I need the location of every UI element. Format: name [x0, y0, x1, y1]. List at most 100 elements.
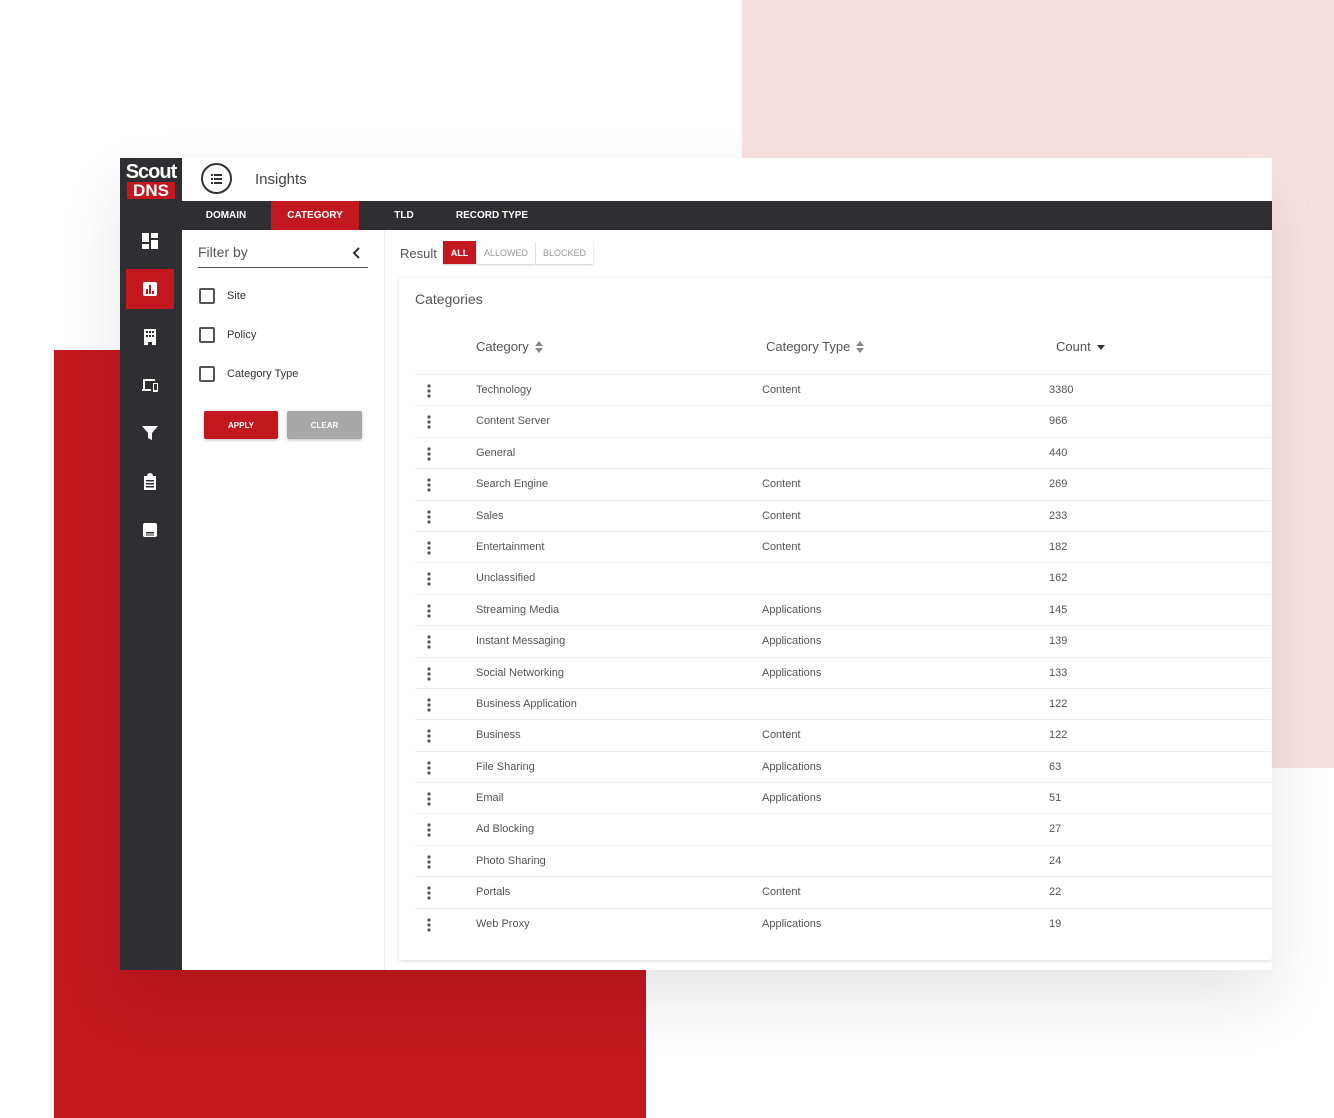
table-row[interactable]: Content Server 966 — [415, 405, 1272, 436]
card-title: Categories — [415, 291, 483, 307]
cell-count: 19 — [1049, 917, 1062, 930]
sidebar-item-filters[interactable] — [126, 413, 174, 453]
result-option-allowed[interactable]: ALLOWED — [477, 241, 535, 264]
list-menu-icon — [211, 173, 222, 184]
row-more-vert-icon[interactable] — [427, 384, 431, 398]
table-row[interactable]: Streaming Media Applications 145 — [415, 593, 1272, 625]
result-option-blocked[interactable]: BLOCKED — [536, 241, 593, 264]
column-header-count[interactable]: Count — [1056, 339, 1105, 354]
cell-count: 3380 — [1049, 384, 1074, 396]
row-more-vert-icon[interactable] — [427, 635, 431, 649]
table-row[interactable]: Search Engine Content 269 — [415, 468, 1272, 499]
scoutdns-logo[interactable]: Scout DNS — [120, 158, 182, 204]
row-more-vert-icon[interactable] — [427, 478, 431, 492]
cell-count: 51 — [1049, 792, 1062, 805]
sidebar-item-dashboard[interactable] — [126, 221, 174, 261]
sort-icon — [856, 340, 865, 353]
column-header-category-type[interactable]: Category Type — [766, 339, 865, 354]
cell-category: Entertainment — [476, 540, 545, 553]
row-more-vert-icon[interactable] — [427, 604, 431, 618]
cell-category: Business — [476, 729, 521, 742]
sidebar-item-devices[interactable] — [126, 365, 174, 405]
category-type-checkbox[interactable] — [199, 366, 215, 382]
apply-button[interactable]: APPLY — [204, 411, 278, 439]
table-row[interactable]: Instant Messaging Applications 139 — [415, 625, 1272, 656]
menu-toggle-button[interactable] — [201, 163, 232, 194]
sidebar: Scout DNS — [120, 158, 182, 970]
cell-count: 122 — [1049, 729, 1068, 742]
sidebar-item-sites[interactable] — [126, 317, 174, 357]
category-type-label: Category Type — [227, 368, 299, 380]
table-row[interactable]: Technology Content 3380 — [415, 374, 1272, 405]
column-header-category[interactable]: Category — [476, 339, 543, 354]
table-row[interactable]: Web Proxy Applications 19 — [415, 907, 1272, 939]
tab-domain[interactable]: DOMAIN — [196, 201, 256, 230]
dashboard-icon — [142, 233, 158, 249]
row-more-vert-icon[interactable] — [427, 509, 431, 524]
sidebar-item-reports[interactable] — [126, 462, 174, 502]
table-row[interactable]: Social Networking Applications 133 — [415, 656, 1272, 688]
logo-text-dns: DNS — [127, 182, 175, 199]
row-more-vert-icon[interactable] — [427, 666, 431, 681]
filter-icon — [142, 426, 158, 440]
sidebar-item-docs[interactable] — [126, 510, 174, 550]
filter-option-category-type[interactable]: Category Type — [199, 366, 298, 382]
row-more-vert-icon[interactable] — [427, 886, 431, 900]
tab-record-type[interactable]: RECORD TYPE — [452, 201, 532, 230]
row-more-vert-icon[interactable] — [427, 918, 431, 932]
row-more-vert-icon[interactable] — [427, 823, 431, 838]
cell-category: Social Networking — [476, 666, 565, 679]
column-label-count: Count — [1056, 339, 1091, 354]
row-more-vert-icon[interactable] — [427, 855, 431, 869]
row-more-vert-icon[interactable] — [427, 729, 431, 743]
building-icon — [144, 329, 156, 345]
sort-desc-icon — [1096, 341, 1105, 353]
table-row[interactable]: Unclassified 162 — [415, 562, 1272, 593]
sidebar-item-insights[interactable] — [126, 269, 174, 309]
row-more-vert-icon[interactable] — [427, 761, 431, 775]
row-more-vert-icon[interactable] — [427, 541, 431, 555]
cell-count: 440 — [1049, 446, 1068, 459]
cell-category: File Sharing — [476, 760, 535, 773]
categories-card: Categories Category Category Type Count … — [399, 278, 1272, 960]
insights-chart-icon — [143, 282, 157, 296]
cell-category-type: Applications — [762, 792, 822, 805]
table-row[interactable]: Entertainment Content 182 — [415, 530, 1272, 562]
cell-category-type: Applications — [762, 603, 822, 616]
table-body: Technology Content 3380 Content Server 966 Ge… — [415, 374, 1272, 939]
collapse-filter-button[interactable] — [352, 246, 362, 259]
row-more-vert-icon[interactable] — [427, 572, 431, 586]
row-more-vert-icon[interactable] — [427, 447, 431, 461]
clear-button[interactable]: CLEAR — [287, 411, 362, 439]
cell-category: Instant Messaging — [476, 635, 566, 648]
row-more-vert-icon[interactable] — [427, 415, 431, 429]
filter-option-policy[interactable]: Policy — [199, 327, 256, 343]
cell-count: 269 — [1049, 478, 1068, 491]
site-checkbox[interactable] — [199, 288, 215, 304]
cell-category-type: Content — [762, 384, 801, 396]
cell-category: Email — [476, 792, 504, 805]
book-icon — [143, 523, 157, 537]
table-row[interactable]: Ad Blocking 27 — [415, 813, 1272, 844]
row-more-vert-icon[interactable] — [427, 792, 431, 806]
table-row[interactable]: Business Application 122 — [415, 687, 1272, 719]
policy-checkbox[interactable] — [199, 327, 215, 343]
table-row[interactable]: File Sharing Applications 63 — [415, 750, 1272, 782]
row-more-vert-icon[interactable] — [427, 698, 431, 712]
cell-category-type: Applications — [762, 917, 822, 930]
tab-category[interactable]: CATEGORY — [271, 201, 359, 230]
tab-tld[interactable]: TLD — [386, 201, 422, 230]
result-label: Result — [400, 246, 437, 261]
cell-count: 145 — [1049, 603, 1068, 616]
cell-category-type: Content — [762, 540, 801, 553]
table-row[interactable]: Photo Sharing 24 — [415, 844, 1272, 876]
table-row[interactable]: Portals Content 22 — [415, 876, 1272, 907]
result-option-all[interactable]: ALL — [443, 241, 476, 264]
filter-divider — [198, 267, 368, 268]
table-row[interactable]: General 440 — [415, 436, 1272, 468]
table-row[interactable]: Business Content 122 — [415, 719, 1272, 750]
filter-option-site[interactable]: Site — [199, 288, 246, 304]
cell-count: 27 — [1049, 823, 1062, 836]
table-row[interactable]: Email Applications 51 — [415, 782, 1272, 813]
table-row[interactable]: Sales Content 233 — [415, 499, 1272, 531]
